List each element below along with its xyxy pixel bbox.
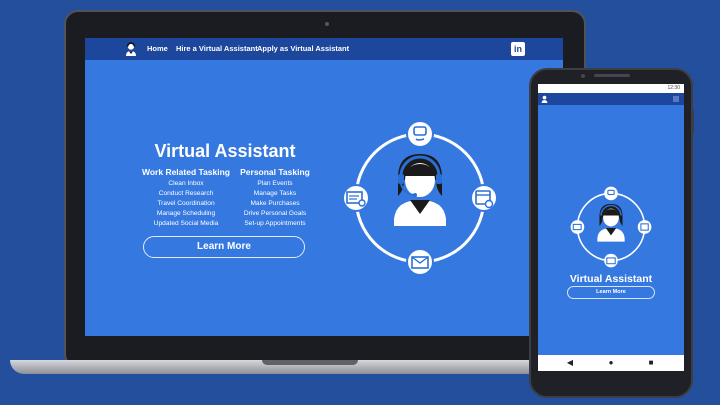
back-icon[interactable]: ◀ xyxy=(565,358,575,368)
nav-hire-link[interactable]: Hire a Virtual Assistant xyxy=(176,44,258,53)
laptop-screen: Home Hire a Virtual Assistant Apply as V… xyxy=(85,38,563,336)
work-task-item: Conduct Research xyxy=(158,190,214,197)
linkedin-icon[interactable]: in xyxy=(511,42,525,56)
calendar-clock-icon xyxy=(470,184,498,212)
phone-speaker xyxy=(594,74,630,77)
document-search-icon xyxy=(342,184,370,212)
personal-task-item: Manage Tasks xyxy=(253,190,297,197)
phone-chat-icon xyxy=(406,120,434,148)
personal-tasking-column: Personal Tasking Plan Events Manage Task… xyxy=(235,167,315,229)
work-tasking-heading: Work Related Tasking xyxy=(141,167,230,177)
phone-screen: 12:30 Virtual Assistant Learn More ◀ ● ■ xyxy=(538,84,684,371)
envelope-icon xyxy=(406,248,434,276)
assistant-illustration xyxy=(342,120,498,276)
personal-tasking-heading: Personal Tasking xyxy=(240,167,310,177)
phone-assistant-illustration xyxy=(570,186,652,268)
nav-home-link[interactable]: Home xyxy=(147,44,168,53)
work-task-item: Manage Scheduling xyxy=(156,210,216,217)
assistant-logo-icon[interactable] xyxy=(125,42,137,56)
hero-title: Virtual Assistant xyxy=(154,141,296,161)
laptop-base-notch xyxy=(262,360,358,365)
phone-hero-title: Virtual Assistant xyxy=(569,273,653,285)
learn-more-button[interactable]: Learn More xyxy=(143,236,305,258)
phone-status-bar: 12:30 xyxy=(538,84,684,93)
phone-side-button[interactable] xyxy=(691,110,694,134)
recents-icon[interactable]: ■ xyxy=(646,358,656,368)
top-navbar: Home Hire a Virtual Assistant Apply as V… xyxy=(85,38,563,60)
personal-task-item: Drive Personal Goals xyxy=(243,210,307,217)
work-task-item: Updated Social Media xyxy=(153,220,219,227)
work-task-item: Clean Inbox xyxy=(168,180,204,187)
hamburger-menu-icon[interactable] xyxy=(673,96,679,102)
personal-task-item: Plan Events xyxy=(257,180,293,187)
headset-agent-icon xyxy=(394,154,446,226)
android-nav-bar: ◀ ● ■ xyxy=(538,355,684,371)
nav-apply-link[interactable]: Apply as Virtual Assistant xyxy=(257,44,349,53)
work-tasking-column: Work Related Tasking Clean Inbox Conduct… xyxy=(141,167,231,229)
work-task-item: Travel Coordination xyxy=(157,200,215,207)
phone-status-time: 12:30 xyxy=(667,85,680,91)
phone-sensor xyxy=(581,74,585,78)
laptop-camera xyxy=(325,22,329,26)
home-icon[interactable]: ● xyxy=(606,358,616,368)
assistant-logo-icon[interactable] xyxy=(541,95,548,103)
phone-navbar xyxy=(538,93,684,105)
personal-task-item: Make Purchases xyxy=(250,200,300,207)
phone-learn-more-button[interactable]: Learn More xyxy=(567,286,655,299)
personal-task-item: Set-up Appointments xyxy=(244,220,306,227)
